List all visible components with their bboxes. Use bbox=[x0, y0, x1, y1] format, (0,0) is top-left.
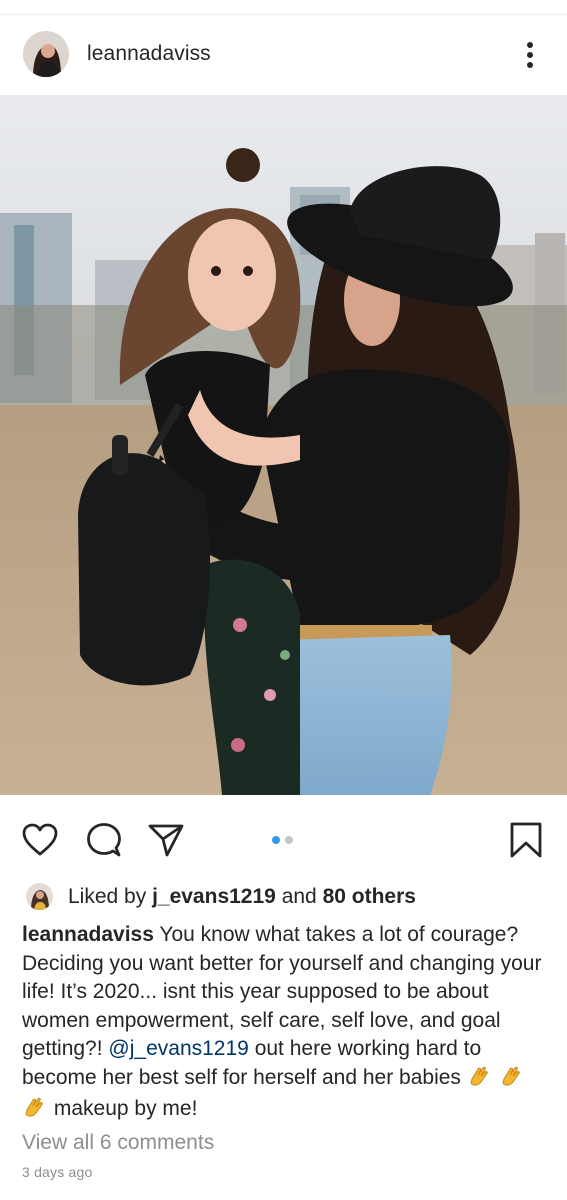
post-actions bbox=[0, 795, 567, 885]
heart-icon[interactable] bbox=[20, 820, 60, 860]
post-photo[interactable] bbox=[0, 95, 567, 795]
status-strip bbox=[0, 0, 567, 15]
liked-user[interactable]: j_evans1219 bbox=[152, 885, 276, 908]
bookmark-icon[interactable] bbox=[506, 820, 546, 860]
liked-and: and bbox=[281, 885, 317, 908]
carousel-dot bbox=[285, 836, 293, 844]
clapping-hands-icon bbox=[500, 1065, 524, 1096]
post-caption: leannadaviss You know what takes a lot o… bbox=[22, 921, 550, 1127]
liked-prefix: Liked by bbox=[68, 885, 147, 908]
post-username[interactable]: leannadaviss bbox=[87, 42, 211, 66]
profile-avatar[interactable] bbox=[23, 31, 69, 77]
likes-row: Liked by j_evans1219 and 80 others bbox=[0, 880, 567, 912]
caption-username[interactable]: leannadaviss bbox=[22, 923, 154, 946]
clapping-hands-icon bbox=[23, 1096, 47, 1127]
paper-plane-icon[interactable] bbox=[146, 820, 186, 860]
liker-avatar[interactable] bbox=[26, 883, 53, 910]
post-header: leannadaviss bbox=[0, 14, 567, 94]
more-vertical-icon[interactable] bbox=[516, 38, 544, 72]
view-comments-link[interactable]: View all 6 comments bbox=[22, 1131, 214, 1155]
liked-others[interactable]: 80 others bbox=[323, 885, 416, 908]
caption-mention[interactable]: @j_evans1219 bbox=[108, 1037, 248, 1060]
clapping-hands-icon bbox=[468, 1065, 492, 1096]
caption-text-3: makeup by me! bbox=[53, 1097, 198, 1120]
comment-icon[interactable] bbox=[84, 820, 124, 860]
carousel-indicator bbox=[272, 836, 293, 844]
post-timestamp: 3 days ago bbox=[22, 1164, 93, 1180]
carousel-dot-active bbox=[272, 836, 280, 844]
liked-by-text[interactable]: Liked by j_evans1219 and 80 others bbox=[68, 885, 416, 909]
